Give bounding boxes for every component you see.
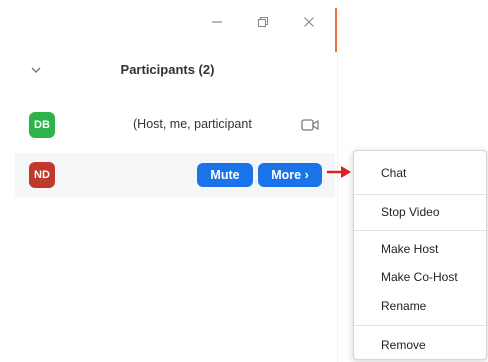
minimize-icon[interactable] (205, 10, 229, 34)
menu-item-label: Remove (381, 338, 426, 352)
participant-row[interactable]: DB (Host, me, participant (15, 103, 335, 147)
annotation-arrow-icon (327, 166, 351, 178)
avatar: DB (29, 112, 55, 138)
menu-item-label: Make Host (381, 242, 439, 256)
more-menu: Chat Stop Video Make Host Make Co-Host R… (353, 150, 487, 360)
page-title: Participants (2) (120, 62, 215, 77)
restore-icon[interactable] (251, 10, 275, 34)
panel-divider (337, 52, 338, 362)
menu-item-label: Chat (381, 166, 407, 180)
participants-header: Participants (2) (0, 55, 335, 85)
menu-item-make-co-host[interactable]: Make Co-Host (354, 266, 486, 288)
participant-name: (Host, me, participant (133, 117, 252, 131)
menu-item-label: Stop Video (381, 205, 440, 219)
more-button[interactable]: More › (258, 163, 322, 187)
menu-item-label: Make Co-Host (381, 270, 458, 284)
menu-item-rename[interactable]: Rename (354, 295, 486, 317)
close-icon[interactable] (297, 10, 321, 34)
menu-divider (354, 230, 486, 231)
menu-item-chat[interactable]: Chat (354, 162, 486, 184)
menu-item-make-host[interactable]: Make Host (354, 238, 486, 260)
menu-divider (354, 194, 486, 195)
participants-panel: Participants (2) DB (Host, me, participa… (0, 0, 335, 362)
mute-button[interactable]: Mute (197, 163, 253, 187)
menu-item-remove[interactable]: Remove (354, 334, 486, 356)
window-edge-accent (335, 8, 337, 52)
menu-item-label: Rename (381, 299, 427, 313)
video-camera-icon[interactable] (300, 116, 320, 134)
menu-item-stop-video[interactable]: Stop Video (354, 201, 486, 223)
menu-divider (354, 325, 486, 326)
avatar: ND (29, 162, 55, 188)
participant-row[interactable]: ND Mute More › (15, 153, 335, 197)
